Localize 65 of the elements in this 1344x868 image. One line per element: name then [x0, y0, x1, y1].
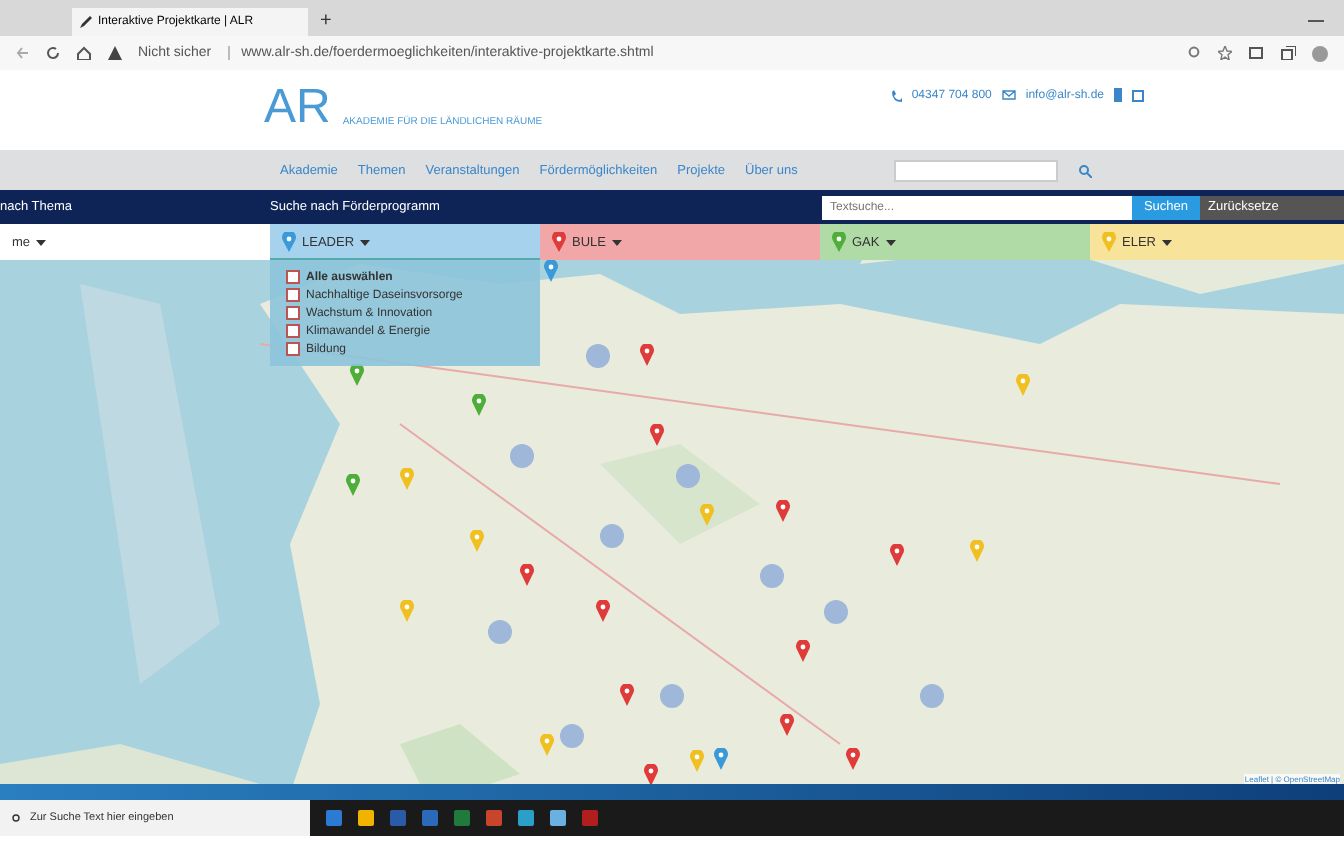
- map-marker-icon[interactable]: [780, 714, 794, 736]
- favorites-icon[interactable]: [1248, 46, 1264, 60]
- site-search-field[interactable]: [893, 159, 1058, 181]
- star-icon[interactable]: [1218, 46, 1232, 60]
- checkbox[interactable]: [286, 306, 300, 320]
- caret-icon: [360, 239, 371, 245]
- new-tab-button[interactable]: +: [320, 8, 332, 36]
- pen-icon: [80, 16, 92, 28]
- map-marker-icon[interactable]: [470, 530, 484, 552]
- map-marker-icon[interactable]: [690, 750, 704, 772]
- map-marker-icon[interactable]: [700, 504, 714, 526]
- caret-icon: [36, 239, 47, 245]
- caret-icon: [885, 239, 896, 245]
- cluster-icon[interactable]: [560, 724, 584, 748]
- map-marker-icon[interactable]: [970, 540, 984, 562]
- checkbox[interactable]: [286, 288, 300, 302]
- map-marker-icon[interactable]: [540, 734, 554, 756]
- mail-icon[interactable]: [1001, 90, 1016, 100]
- search-icon[interactable]: [1077, 163, 1092, 177]
- phone-icon: [891, 89, 902, 101]
- checkbox[interactable]: [286, 270, 300, 284]
- map-marker-icon[interactable]: [796, 640, 810, 662]
- profile-icon[interactable]: [1312, 45, 1328, 61]
- minimize-icon[interactable]: [1308, 20, 1324, 24]
- caret-icon: [611, 239, 622, 245]
- map-marker-icon[interactable]: [640, 344, 654, 366]
- map-marker-icon[interactable]: [346, 474, 360, 496]
- zoom-icon[interactable]: [1188, 46, 1202, 60]
- map-marker-icon[interactable]: [472, 394, 486, 416]
- map-marker-icon[interactable]: [620, 684, 634, 706]
- search-icon: [12, 813, 22, 823]
- map-marker-icon[interactable]: [650, 424, 664, 446]
- rss-icon[interactable]: [1132, 89, 1144, 101]
- map-marker-icon[interactable]: [846, 748, 860, 770]
- map-marker-icon[interactable]: [714, 748, 728, 770]
- map-marker-icon[interactable]: [1016, 374, 1030, 396]
- map-marker-icon[interactable]: [596, 600, 610, 622]
- map-marker-icon[interactable]: [400, 468, 414, 490]
- warning-icon: [108, 46, 122, 60]
- cluster-icon[interactable]: [920, 684, 944, 708]
- cluster-icon[interactable]: [488, 620, 512, 644]
- cluster-icon[interactable]: [510, 444, 534, 468]
- map-marker-icon[interactable]: [400, 600, 414, 622]
- checkbox[interactable]: [286, 342, 300, 356]
- cluster-icon[interactable]: [660, 684, 684, 708]
- map-marker-icon: [832, 232, 846, 252]
- map-marker-icon[interactable]: [644, 764, 658, 784]
- back-icon[interactable]: [16, 46, 30, 60]
- map-marker-icon: [282, 232, 296, 252]
- map-marker-icon[interactable]: [776, 500, 790, 522]
- home-icon[interactable]: [76, 46, 92, 60]
- cluster-icon[interactable]: [600, 524, 624, 548]
- map-marker-icon[interactable]: [520, 564, 534, 586]
- map-marker-icon[interactable]: [544, 260, 558, 282]
- map-marker-icon: [1102, 232, 1116, 252]
- map-marker-icon: [552, 232, 566, 252]
- map-marker-icon[interactable]: [890, 544, 904, 566]
- reload-icon[interactable]: [46, 46, 60, 60]
- cluster-icon[interactable]: [760, 564, 784, 588]
- cluster-icon[interactable]: [824, 600, 848, 624]
- checkbox[interactable]: [286, 324, 300, 338]
- collections-icon[interactable]: [1280, 46, 1296, 60]
- cluster-icon[interactable]: [586, 344, 610, 368]
- caret-icon: [1161, 239, 1172, 245]
- cluster-icon[interactable]: [676, 464, 700, 488]
